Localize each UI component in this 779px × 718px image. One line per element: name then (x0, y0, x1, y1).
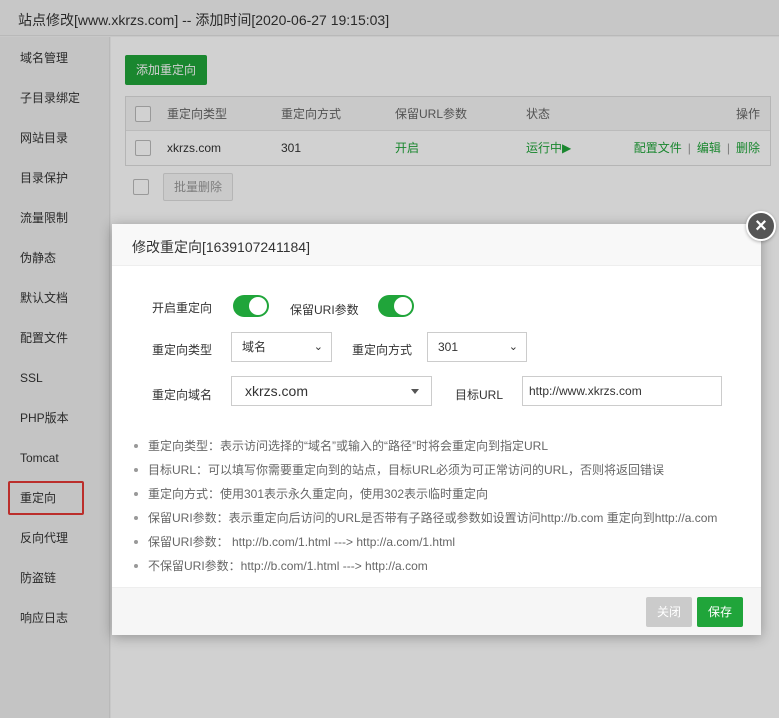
dialog-header: 修改重定向[1639107241184] (112, 224, 761, 266)
save-button[interactable]: 保存 (697, 597, 743, 627)
target-url-label: 目标URL (455, 388, 504, 402)
enable-redirect-label: 开启重定向 (152, 301, 213, 315)
chevron-down-icon: ⌄ (508, 341, 518, 353)
tip-item: 重定向方式：使用301表示永久重定向，使用302表示临时重定向 (132, 482, 752, 506)
redirect-type-value: 域名 (242, 340, 267, 354)
enable-redirect-toggle[interactable] (233, 295, 269, 317)
tip-item: 保留URI参数：表示重定向后访问的URL是否带有子路径或参数如设置访问http:… (132, 506, 752, 530)
dialog-title: 修改重定向[1639107241184] (132, 239, 310, 255)
tip-item: 不保留URI参数：http://b.com/1.html ---> http:/… (132, 554, 752, 578)
redirect-method-label: 重定向方式 (352, 343, 413, 357)
keep-uri-toggle[interactable] (378, 295, 414, 317)
redirect-domain-select[interactable]: xkrzs.com (231, 376, 432, 406)
redirect-method-value: 301 (438, 340, 459, 354)
tip-item: 重定向类型：表示访问选择的“域名”或输入的“路径”时将会重定向到指定URL (132, 434, 752, 458)
redirect-domain-value: xkrzs.com (245, 383, 308, 399)
redirect-method-select[interactable]: 301 ⌄ (427, 332, 527, 362)
dialog-footer: 关闭 保存 (112, 587, 761, 635)
edit-redirect-dialog: 修改重定向[1639107241184] 开启重定向 保留URI参数 重定向类型… (112, 224, 761, 635)
redirect-type-label: 重定向类型 (152, 343, 213, 357)
redirect-domain-label: 重定向域名 (152, 388, 213, 402)
help-tips: 重定向类型：表示访问选择的“域名”或输入的“路径”时将会重定向到指定URL 目标… (132, 434, 752, 578)
close-button[interactable]: 关闭 (646, 597, 692, 627)
tip-item: 保留URI参数： http://b.com/1.html ---> http:/… (132, 530, 752, 554)
redirect-type-select[interactable]: 域名 ⌄ (231, 332, 332, 362)
toggle-knob (249, 297, 267, 315)
caret-down-icon (411, 389, 419, 394)
toggle-knob (394, 297, 412, 315)
chevron-down-icon: ⌄ (313, 341, 323, 353)
target-url-input[interactable]: http://www.xkrzs.com (522, 376, 722, 406)
keep-uri-label: 保留URI参数 (290, 303, 359, 317)
tip-item: 目标URL：可以填写你需要重定向到的站点，目标URL必须为可正常访问的URL，否… (132, 458, 752, 482)
close-icon[interactable]: × (746, 211, 776, 241)
